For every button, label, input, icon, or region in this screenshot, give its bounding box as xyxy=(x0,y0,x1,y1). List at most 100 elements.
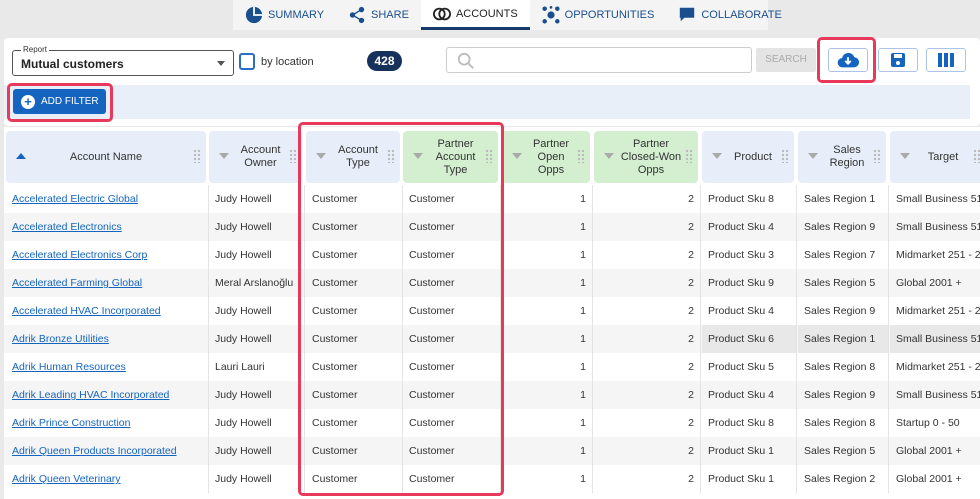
tab-label: SUMMARY xyxy=(268,9,325,21)
cell-account-name[interactable]: Adrik Bronze Utilities xyxy=(6,325,209,353)
sort-icon[interactable] xyxy=(900,153,910,159)
drag-handle-icon[interactable] xyxy=(781,149,789,163)
cell-product: Product Sku 4 xyxy=(702,381,797,409)
columns-button[interactable] xyxy=(926,48,966,72)
cell-account-name[interactable]: Accelerated Electronics Corp xyxy=(6,241,209,269)
cell-account-owner: Judy Howell xyxy=(209,185,305,213)
cell-sales-region: Sales Region 8 xyxy=(798,353,889,381)
sort-icon[interactable] xyxy=(808,153,818,159)
cell-partner-open-opps: 1 xyxy=(502,185,593,213)
drag-handle-icon[interactable] xyxy=(193,149,201,163)
cell-partner-closed-won-opps: 2 xyxy=(594,465,701,493)
cell-account-name[interactable]: Adrik Leading HVAC Incorporated xyxy=(6,381,209,409)
report-select[interactable]: Report Mutual customers xyxy=(12,45,234,76)
account-link[interactable]: Adrik Prince Construction xyxy=(12,417,130,429)
cell-account-owner: Judy Howell xyxy=(209,381,305,409)
column-header-account-owner[interactable]: Account Owner xyxy=(209,131,302,183)
cell-partner-open-opps: 1 xyxy=(502,269,593,297)
account-link[interactable]: Accelerated Electronics Corp xyxy=(12,249,147,261)
drag-handle-icon[interactable] xyxy=(873,149,881,163)
cell-partner-closed-won-opps: 2 xyxy=(594,185,701,213)
filter-bar xyxy=(4,85,970,119)
account-link[interactable]: Adrik Queen Products Incorporated xyxy=(12,445,177,457)
account-link[interactable]: Accelerated HVAC Incorporated xyxy=(12,305,161,317)
cell-partner-closed-won-opps: 2 xyxy=(594,353,701,381)
cell-account-owner: Meral Arslanoğlu xyxy=(209,269,305,297)
cell-sales-region: Sales Region 5 xyxy=(798,437,889,465)
tab-opportunities[interactable]: OPPORTUNITIES xyxy=(530,0,667,30)
cell-product: Product Sku 6 xyxy=(702,325,797,353)
search-input[interactable] xyxy=(446,47,752,73)
sort-icon[interactable] xyxy=(219,153,229,159)
drag-handle-icon[interactable] xyxy=(685,149,693,163)
cell-account-owner: Judy Howell xyxy=(209,465,305,493)
share-icon xyxy=(349,6,365,24)
cell-account-name[interactable]: Adrik Queen Veterinary xyxy=(6,465,209,493)
cell-partner-closed-won-opps: 2 xyxy=(594,269,701,297)
sort-asc-icon[interactable] xyxy=(16,153,26,159)
cell-account-name[interactable]: Accelerated HVAC Incorporated xyxy=(6,297,209,325)
cell-product: Product Sku 3 xyxy=(702,241,797,269)
column-header-label: Account Owner xyxy=(240,144,281,169)
drag-handle-icon[interactable] xyxy=(973,149,980,163)
column-header-partner-closed-won-opps[interactable]: Partner Closed-Won Opps xyxy=(594,131,698,183)
cell-account-name[interactable]: Accelerated Electric Global xyxy=(6,185,209,213)
tab-share[interactable]: SHARE xyxy=(336,0,421,30)
drag-handle-icon[interactable] xyxy=(577,149,585,163)
cell-partner-open-opps: 1 xyxy=(502,409,593,437)
tab-collaborate[interactable]: COLLABORATE xyxy=(666,0,794,30)
cell-account-name[interactable]: Accelerated Farming Global xyxy=(6,269,209,297)
account-link[interactable]: Adrik Bronze Utilities xyxy=(12,333,109,345)
account-link[interactable]: Adrik Queen Veterinary xyxy=(12,473,121,485)
cell-product: Product Sku 1 xyxy=(702,465,797,493)
chat-icon xyxy=(680,7,695,22)
by-location-label: by location xyxy=(261,56,314,68)
highlight-type-columns xyxy=(298,122,504,496)
cell-target: Small Business 51 xyxy=(890,213,980,241)
cell-partner-open-opps: 1 xyxy=(502,437,593,465)
cell-partner-closed-won-opps: 2 xyxy=(594,325,701,353)
cell-account-name[interactable]: Adrik Prince Construction xyxy=(6,409,209,437)
sort-icon[interactable] xyxy=(712,153,722,159)
tab-summary[interactable]: SUMMARY xyxy=(233,0,336,30)
column-header-product[interactable]: Product xyxy=(702,131,794,183)
account-link[interactable]: Accelerated Farming Global xyxy=(12,277,142,289)
cell-product: Product Sku 8 xyxy=(702,185,797,213)
cell-product: Product Sku 8 xyxy=(702,409,797,437)
cell-target: Midmarket 251 - 2 xyxy=(890,241,980,269)
cell-partner-closed-won-opps: 2 xyxy=(594,213,701,241)
cell-sales-region: Sales Region 5 xyxy=(798,269,889,297)
cell-account-name[interactable]: Accelerated Electronics xyxy=(6,213,209,241)
column-header-target[interactable]: Target xyxy=(890,131,980,183)
save-button[interactable] xyxy=(878,48,918,72)
sort-icon[interactable] xyxy=(512,153,522,159)
column-header-label: Account Name xyxy=(69,150,143,163)
column-header-account-name[interactable]: Account Name xyxy=(6,131,206,183)
pie-chart-icon xyxy=(245,6,263,24)
cell-target: Small Business 51 xyxy=(890,381,980,409)
account-link[interactable]: Adrik Leading HVAC Incorporated xyxy=(12,389,169,401)
cell-target: Midmarket 251 - 2 xyxy=(890,353,980,381)
tab-bar: SUMMARY SHARE ACCOUNTS OPPORTUNITIES COL… xyxy=(233,0,782,30)
cell-sales-region: Sales Region 9 xyxy=(798,381,889,409)
sort-icon[interactable] xyxy=(604,153,614,159)
account-link[interactable]: Adrik Human Resources xyxy=(12,361,126,373)
cell-partner-open-opps: 1 xyxy=(502,213,593,241)
tab-accounts[interactable]: ACCOUNTS xyxy=(420,0,530,30)
drag-handle-icon[interactable] xyxy=(289,149,297,163)
cell-product: Product Sku 9 xyxy=(702,269,797,297)
by-location-checkbox[interactable] xyxy=(239,53,255,70)
cell-account-name[interactable]: Adrik Human Resources xyxy=(6,353,209,381)
column-header-label: Partner Closed-Won Opps xyxy=(620,137,682,176)
account-link[interactable]: Accelerated Electric Global xyxy=(12,193,138,205)
account-link[interactable]: Accelerated Electronics xyxy=(12,221,122,233)
columns-icon xyxy=(938,53,954,67)
cell-account-name[interactable]: Adrik Queen Products Incorporated xyxy=(6,437,209,465)
search-button[interactable]: SEARCH xyxy=(756,48,816,72)
cell-target: Small Business 51 xyxy=(890,325,980,353)
column-header-sales-region[interactable]: Sales Region xyxy=(798,131,886,183)
tab-label: ACCOUNTS xyxy=(455,7,518,20)
cell-sales-region: Sales Region 9 xyxy=(798,213,889,241)
column-header-label: Partner Open Opps xyxy=(532,137,570,176)
column-header-partner-open-opps[interactable]: Partner Open Opps xyxy=(502,131,590,183)
